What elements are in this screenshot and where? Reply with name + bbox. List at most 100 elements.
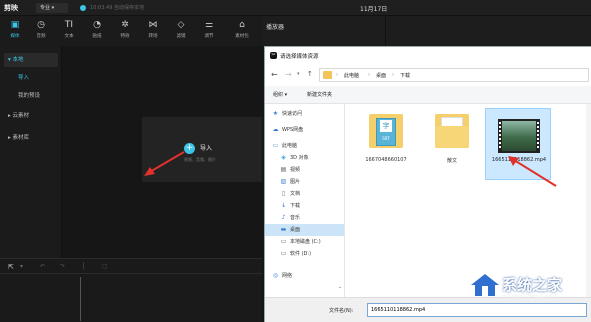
- nav-label: 下载: [290, 203, 301, 209]
- picture-icon: ▨: [280, 178, 287, 185]
- effects-icon: ✲: [121, 20, 129, 30]
- house-logo-icon: [470, 272, 500, 298]
- folder-icon: 字 SRT: [367, 112, 405, 152]
- import-label: 导入: [200, 145, 213, 152]
- redo-icon[interactable]: ↷: [60, 263, 65, 270]
- tab-audio[interactable]: ◷ 音频: [30, 18, 52, 44]
- nav-item-videos[interactable]: ▤ 视频: [279, 164, 300, 176]
- nav-item-downloads[interactable]: ↓ 下载: [279, 200, 300, 212]
- tab-label: 素材包: [235, 34, 249, 39]
- nav-label: 图片: [290, 179, 301, 185]
- cloud-icon: [80, 5, 86, 11]
- file-list: 字 SRT 1667048660107 散文 1665110118862.mp4: [345, 104, 591, 297]
- chevron-down-icon[interactable]: ▾: [20, 263, 23, 270]
- annotation-arrow-right: [508, 156, 557, 187]
- nav-label: 本地磁盘 (C:): [290, 239, 321, 245]
- download-icon: ↓: [280, 202, 287, 209]
- split-icon[interactable]: ⎮: [82, 263, 85, 270]
- tab-text[interactable]: TI 文本: [58, 18, 80, 44]
- nav-label: 网络: [282, 273, 293, 279]
- text-icon: TI: [64, 20, 74, 30]
- breadcrumb-item[interactable]: 下载: [400, 72, 410, 79]
- tab-package[interactable]: ⌂ 素材包: [228, 18, 256, 44]
- sidebar-item-cloud[interactable]: ▸ 云素材: [0, 109, 62, 123]
- up-icon[interactable]: ↑: [307, 70, 313, 78]
- scrollbar[interactable]: [586, 104, 591, 297]
- nav-item-desktop[interactable]: ▬ 桌面: [265, 224, 344, 236]
- folder-icon: [433, 112, 471, 152]
- nav-item-wps[interactable]: ☁ WPS网盘: [271, 124, 304, 136]
- player-title: 播放器: [266, 24, 285, 31]
- file-item[interactable]: 字 SRT 1667048660107: [355, 112, 417, 163]
- undo-icon[interactable]: ↶: [40, 263, 45, 270]
- breadcrumb-separator: ›: [368, 72, 370, 78]
- file-item[interactable]: 散文: [421, 112, 483, 164]
- command-bar: 组织 ▾ 新建文件夹: [265, 86, 591, 104]
- tab-effects[interactable]: ✲ 特效: [114, 18, 136, 44]
- forward-icon[interactable]: →: [285, 70, 292, 79]
- recent-chevron-icon[interactable]: ▾: [297, 71, 300, 77]
- nav-label: WPS网盘: [282, 127, 304, 133]
- cube-icon: ◈: [281, 154, 286, 161]
- tab-label: 调节: [204, 34, 214, 39]
- package-icon: ⌂: [239, 20, 245, 30]
- drive-icon: ▭: [280, 250, 287, 257]
- srt-label: SRT: [382, 136, 390, 141]
- timeline-panel: ⇱ ▾ ↶ ↷ ⎮ ▢: [0, 258, 262, 322]
- network-icon: ◎: [272, 272, 279, 279]
- breadcrumb-item[interactable]: 此电脑: [344, 72, 359, 79]
- annotation-arrow-left: [144, 151, 185, 176]
- nav-item-drive-c[interactable]: ▭ 本地磁盘 (C:): [279, 236, 321, 248]
- nav-label: 3D 对象: [290, 155, 309, 161]
- organize-menu[interactable]: 组织 ▾: [273, 91, 287, 98]
- nav-label: 文档: [290, 191, 301, 197]
- navigation-pane: ★ 快速访问 ☁ WPS网盘 ▭ 此电脑 ◈ 3D 对象 ▤ 视频 ▨ 图片 ▯ 文档 ↓ 下载…: [265, 104, 345, 297]
- tool-bar: ▣ 媒体 ◷ 音频 TI 文本 ◔ 贴纸 ✲ 特效 ⋈ 转场 ◇ 滤镜 ⚌ 调节 ⌂ 素材包: [0, 16, 262, 46]
- nav-label: 视频: [290, 167, 301, 173]
- nav-label: 此电脑: [282, 143, 298, 149]
- nav-item-music[interactable]: ♪ 音乐: [279, 212, 300, 224]
- project-date: 11月17日: [360, 6, 388, 13]
- nav-item-network[interactable]: ◎ 网络: [271, 270, 292, 282]
- nav-item-3d[interactable]: ◈ 3D 对象: [279, 152, 309, 164]
- new-folder-button[interactable]: 新建文件夹: [307, 91, 332, 98]
- desktop-icon: ▬: [280, 226, 287, 233]
- watermark-url: XITONGZHIJIA.NET: [502, 294, 558, 301]
- folder-icon: [323, 71, 332, 79]
- file-name: 散文: [446, 158, 457, 164]
- address-bar[interactable]: › 此电脑 › 桌面 › 下载: [319, 68, 589, 82]
- tab-label: 音频: [36, 34, 46, 39]
- nav-label: 桌面: [290, 227, 301, 233]
- tab-filter[interactable]: ◇ 滤镜: [170, 18, 192, 44]
- sidebar-item-library[interactable]: ▸ 素材库: [0, 131, 62, 145]
- playhead[interactable]: [80, 277, 81, 321]
- transition-icon: ⋈: [148, 20, 158, 30]
- nav-item-pictures[interactable]: ▨ 图片: [279, 176, 300, 188]
- address-row: ← → ▾ ↑ › 此电脑 › 桌面 › 下载: [265, 64, 591, 86]
- nav-item-documents[interactable]: ▯ 文档: [279, 188, 300, 200]
- tab-sticker[interactable]: ◔ 贴纸: [86, 18, 108, 44]
- nav-label: 快速访问: [282, 111, 303, 117]
- delete-icon[interactable]: ▢: [102, 263, 108, 270]
- nav-label: 软件 (D:): [290, 251, 312, 257]
- music-icon: ♪: [281, 214, 286, 221]
- sidebar-item-presets[interactable]: 我的预设: [0, 89, 62, 103]
- tab-transition[interactable]: ⋈ 转场: [142, 18, 164, 44]
- video-thumbnail-icon: [498, 119, 540, 153]
- nav-item-quick-access[interactable]: ★ 快速访问: [271, 108, 302, 120]
- breadcrumb-separator: ›: [336, 72, 338, 78]
- tab-media[interactable]: ▣ 媒体: [4, 18, 26, 44]
- sidebar-item-import[interactable]: 导入: [0, 71, 62, 85]
- tab-adjust[interactable]: ⚌ 调节: [198, 18, 220, 44]
- nav-item-drive-d[interactable]: ▭ 软件 (D:): [279, 248, 311, 260]
- nav-item-this-pc[interactable]: ▭ 此电脑: [271, 140, 297, 152]
- mode-dropdown[interactable]: 专业 ▾: [36, 3, 68, 13]
- scroll-down-icon[interactable]: ⌄: [338, 284, 342, 290]
- site-watermark: 系统之家 XITONGZHIJIA.NET: [470, 272, 591, 322]
- breadcrumb-item[interactable]: 桌面: [376, 72, 386, 79]
- sidebar-item-local[interactable]: ▾ 本地: [4, 53, 58, 67]
- tab-label: 特效: [120, 34, 130, 39]
- back-icon[interactable]: ←: [271, 70, 278, 79]
- file-name: 1667048660107: [365, 157, 407, 163]
- cursor-tool-icon[interactable]: ⇱: [8, 263, 14, 271]
